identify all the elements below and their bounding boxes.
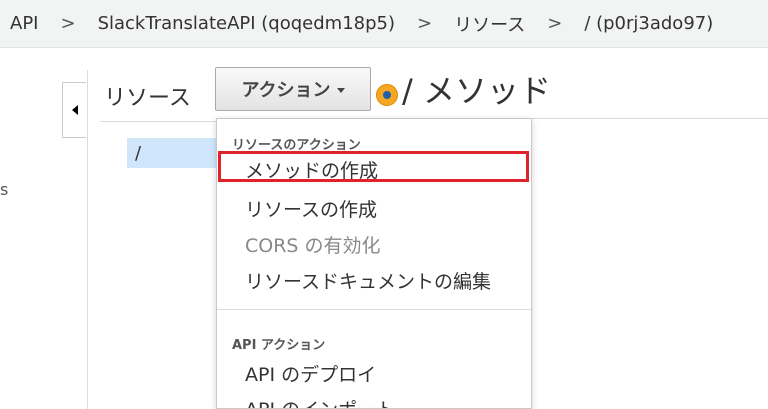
menu-item-enable-cors: CORS の有効化 [245,235,381,257]
breadcrumb-item-resources[interactable]: リソース [454,11,525,37]
resource-tree-item-label: / [135,142,142,164]
breadcrumb: API > SlackTranslateAPI (qoqedm18p5) > リ… [0,0,768,48]
breadcrumb-separator: > [547,13,563,34]
breadcrumb-item-resource-id: / (p0rj3ado97) [584,13,714,34]
panel-collapse-toggle[interactable] [62,82,86,138]
resource-tree-item-root[interactable]: / [127,138,217,168]
menu-divider [217,309,531,310]
status-indicator-icon [376,84,398,106]
menu-item-create-resource[interactable]: リソースの作成 [245,195,377,222]
breadcrumb-item-api-name[interactable]: SlackTranslateAPI (qoqedm18p5) [98,13,395,34]
breadcrumb-separator: > [60,13,76,34]
menu-item-create-method[interactable]: メソッドの作成 [245,156,378,183]
menu-item-import-api[interactable]: API のインポート [245,395,395,408]
breadcrumb-item-api[interactable]: API [10,13,38,34]
menu-section-title: API アクション [232,338,326,353]
resources-panel-title: リソース [104,86,191,111]
breadcrumb-separator: > [417,13,433,34]
panel-divider [87,70,88,409]
caret-down-icon [336,87,345,93]
menu-item-edit-resource-docs[interactable]: リソースドキュメントの編集 [245,267,491,294]
menu-section-title: リソースのアクション [232,138,361,153]
page-title: / メソッド [402,72,551,110]
chevron-left-icon [71,105,78,115]
left-nav-text-fragment: s [0,180,9,199]
actions-button-label: アクション [241,80,331,101]
menu-item-deploy-api[interactable]: API のデプロイ [245,360,376,387]
actions-dropdown-button[interactable]: アクション [215,67,371,111]
actions-dropdown-menu: リソースのアクション メソッドの作成 リソースの作成 CORS の有効化 リソー… [216,118,532,409]
